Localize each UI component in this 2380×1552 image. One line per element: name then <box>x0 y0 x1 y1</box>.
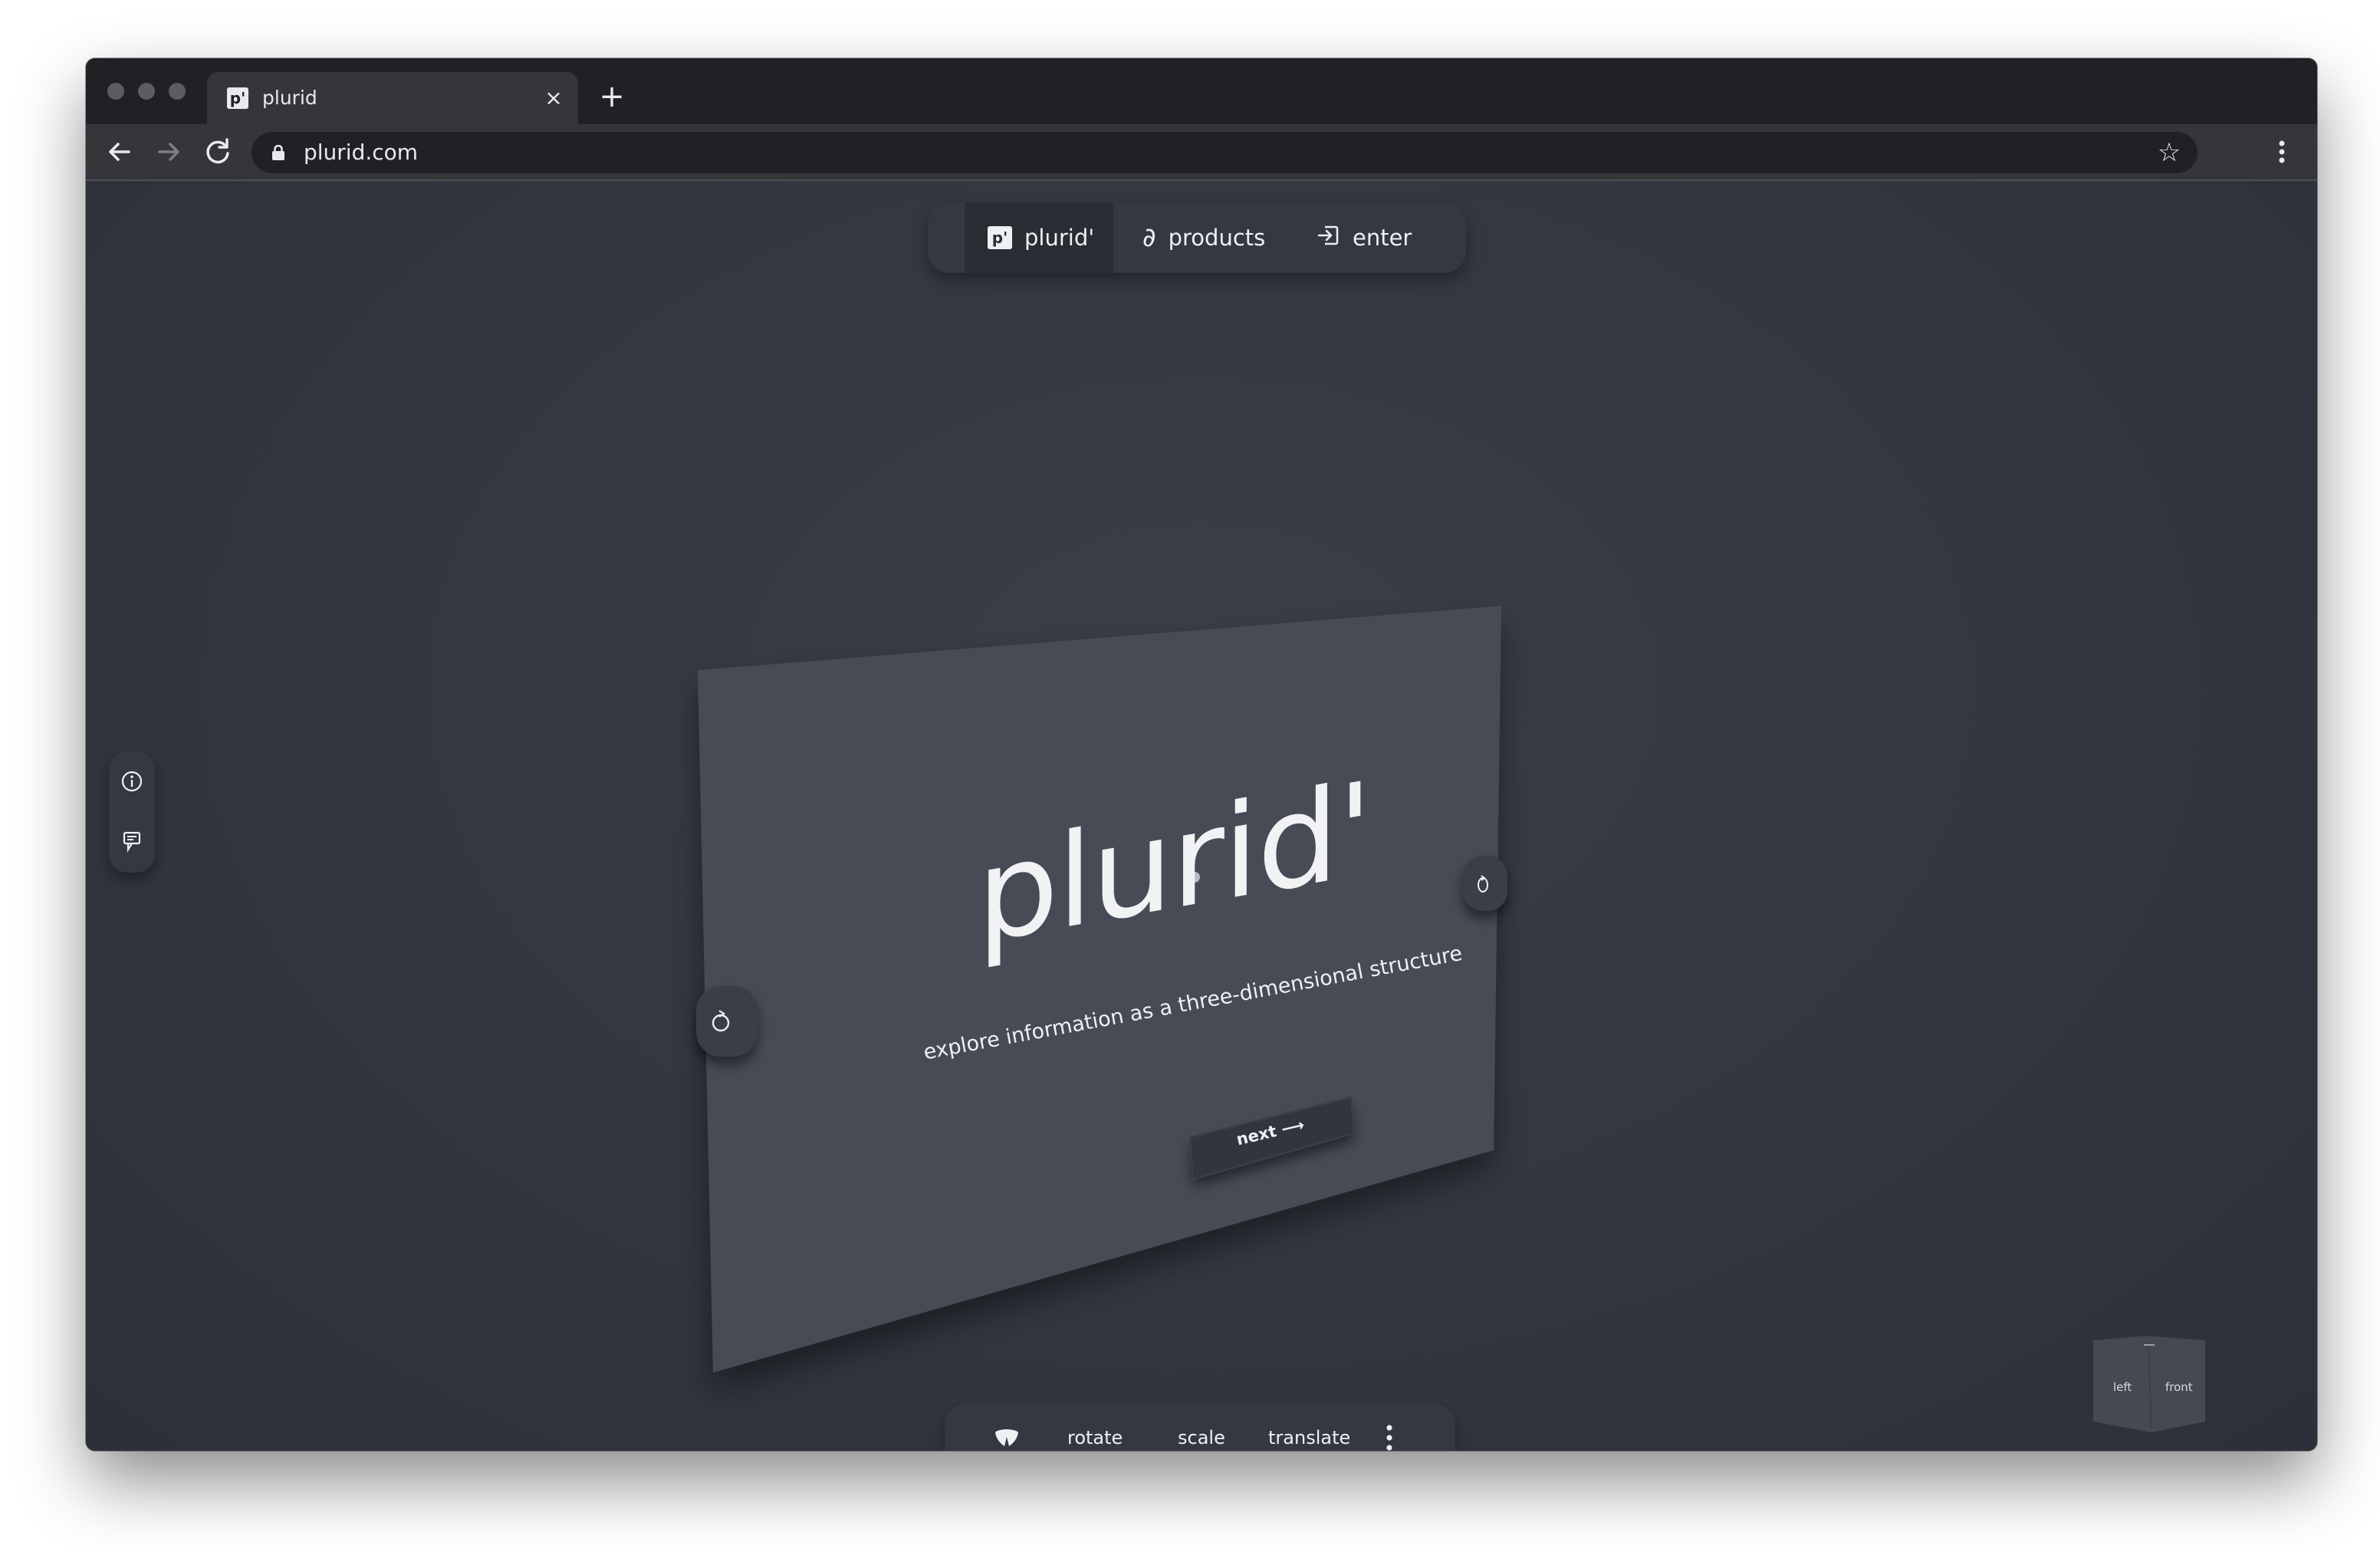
rotate-right-handle[interactable] <box>1463 856 1507 911</box>
tab-title: plurid <box>262 87 317 109</box>
cube-face-left[interactable]: left <box>2113 1380 2132 1394</box>
transform-toolbar: rotate scale translate <box>945 1403 1455 1451</box>
arrow-left-icon <box>109 143 130 161</box>
tab-close-icon[interactable]: × <box>541 86 566 110</box>
plurid-viewport[interactable]: p' plurid' ∂ products enter plurid' expl… <box>86 181 2317 1451</box>
close-window-button[interactable] <box>107 83 124 100</box>
reload-icon <box>206 138 229 164</box>
rotate-toggle[interactable]: rotate <box>1067 1403 1123 1451</box>
scale-toggle[interactable]: scale <box>1178 1403 1225 1451</box>
address-bar[interactable]: plurid.com ☆ <box>251 132 2198 173</box>
orientation-cube[interactable]: left front <box>2093 1336 2205 1435</box>
translate-toggle[interactable]: translate <box>1268 1403 1350 1451</box>
tab-bar: p' plurid × + <box>86 58 2317 124</box>
reload-button[interactable] <box>201 135 235 169</box>
new-tab-button[interactable]: + <box>597 81 627 112</box>
browser-window: p' plurid × + plurid.com ☆ p' plurid' ∂ … <box>86 58 2317 1451</box>
minimize-window-button[interactable] <box>138 83 155 100</box>
maximize-window-button[interactable] <box>169 83 186 100</box>
back-button[interactable] <box>103 135 136 169</box>
browser-tab[interactable]: p' plurid × <box>207 72 578 124</box>
rotate-left-handle[interactable] <box>696 986 758 1057</box>
tab-favicon-icon: p' <box>227 87 248 109</box>
lock-icon <box>272 145 284 160</box>
browser-toolbar: plurid.com ☆ <box>86 124 2317 181</box>
more-options-icon[interactable] <box>1385 1423 1394 1451</box>
arrow-right-icon <box>158 143 179 161</box>
plurid-plane <box>698 606 1501 1373</box>
url-text[interactable]: plurid.com <box>304 140 418 165</box>
browser-menu-icon[interactable] <box>2265 135 2299 169</box>
first-person-icon[interactable] <box>994 1426 1020 1449</box>
bookmark-star-icon[interactable]: ☆ <box>2155 138 2184 167</box>
cube-face-front[interactable]: front <box>2165 1380 2193 1394</box>
forward-button[interactable] <box>152 135 186 169</box>
